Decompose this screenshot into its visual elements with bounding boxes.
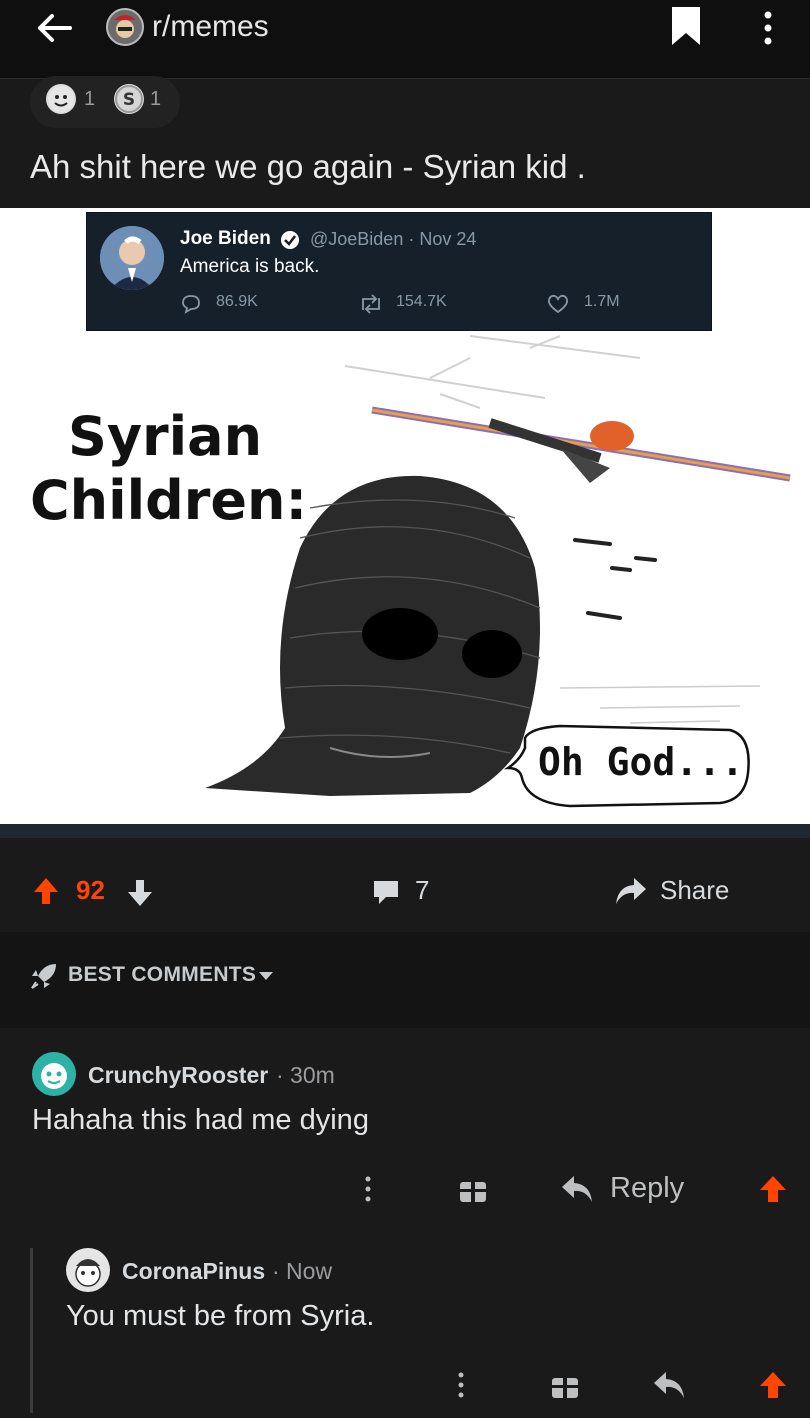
chevron-down-icon[interactable] — [258, 970, 274, 982]
bookmark-icon[interactable] — [670, 5, 702, 47]
upvote-icon[interactable] — [32, 876, 60, 906]
vote-count: 92 — [76, 875, 105, 905]
comment-author[interactable]: CrunchyRooster — [88, 1062, 268, 1089]
meme-caption: Syrian Children: — [30, 405, 308, 533]
reply-bubble-icon — [182, 295, 200, 314]
verified-badge-icon — [281, 231, 299, 249]
reply-button[interactable]: Reply — [610, 1172, 684, 1205]
thread-line[interactable] — [30, 1248, 33, 1413]
more-vert-icon[interactable] — [758, 10, 778, 46]
comment-body: You must be from Syria. — [66, 1300, 375, 1332]
subreddit-name[interactable]: r/memes — [152, 10, 269, 44]
tweet-avatar — [100, 226, 164, 290]
share-button[interactable]: Share — [660, 875, 729, 906]
tweet-likes: 1.7M — [584, 293, 620, 310]
svg-text:S: S — [123, 90, 135, 110]
more-vert-icon[interactable] — [362, 1174, 374, 1204]
back-arrow-icon[interactable] — [34, 12, 74, 44]
sort-label[interactable]: BEST COMMENTS — [68, 963, 256, 987]
upvote-icon[interactable] — [758, 1174, 788, 1204]
commenter-avatar[interactable] — [32, 1052, 76, 1096]
silver-count: 1 — [150, 88, 162, 110]
image-bottom-border — [0, 824, 810, 838]
tweet-replies: 86.9K — [216, 293, 258, 310]
caption-line-2: Children: — [30, 469, 308, 532]
downvote-icon[interactable] — [126, 878, 154, 908]
caption-line-1: Syrian — [67, 405, 263, 468]
silver-coin-icon: S — [114, 84, 144, 114]
upvote-icon[interactable] — [758, 1370, 788, 1400]
comment-author[interactable]: CoronaPinus — [122, 1258, 265, 1285]
gift-award-icon[interactable] — [550, 1370, 580, 1400]
gift-award-icon[interactable] — [458, 1174, 488, 1204]
tweet-handle: @JoeBiden · Nov 24 — [310, 229, 477, 249]
comment-time: · Now — [272, 1258, 333, 1284]
commenter-avatar[interactable] — [66, 1248, 110, 1292]
subreddit-avatar[interactable] — [106, 8, 144, 46]
tweet-author: Joe Biden — [180, 228, 271, 249]
reply-arrow-icon[interactable] — [652, 1370, 686, 1400]
tweet-text: America is back. — [180, 256, 320, 277]
share-icon[interactable] — [614, 876, 648, 906]
comment-count[interactable]: 7 — [415, 875, 429, 906]
comment-icon[interactable] — [372, 878, 400, 906]
reply-arrow-icon[interactable] — [560, 1174, 594, 1204]
comment-time: · 30m — [276, 1062, 335, 1088]
like-heart-icon — [548, 294, 568, 314]
comment-body: Hahaha this had me dying — [32, 1104, 369, 1136]
rocket-icon — [31, 964, 56, 989]
post-title: Ah shit here we go again - Syrian kid . — [30, 148, 586, 185]
award-icon — [46, 84, 76, 114]
retweet-icon — [362, 294, 380, 314]
more-vert-icon[interactable] — [455, 1370, 467, 1400]
award-count: 1 — [84, 88, 96, 110]
speech-bubble-text: Oh God... — [538, 740, 744, 784]
tweet-retweets: 154.7K — [396, 293, 447, 310]
